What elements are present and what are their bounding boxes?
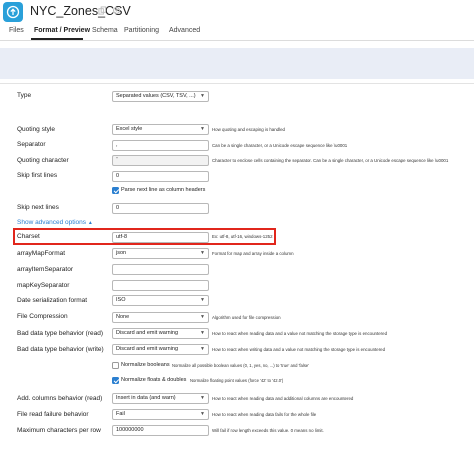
tab-bar: Files Format / Preview Schema Partitioni… xyxy=(0,24,474,41)
charset-help: Ex: utf-8, utf-16, windows-1252 xyxy=(212,234,273,239)
separator-input[interactable]: , xyxy=(112,140,209,151)
tab-format-preview[interactable]: Format / Preview xyxy=(34,27,90,34)
bad-type-read-label: Bad data type behavior (read) xyxy=(17,330,103,337)
normalize-floats-label: Normalize floats & doubles xyxy=(121,377,187,383)
type-select[interactable]: Separated values (CSV, TSV, ...) ▼ xyxy=(112,91,209,102)
quoting-style-select[interactable]: Excel style ▼ xyxy=(112,124,209,135)
max-chars-label: Maximum characters per row xyxy=(17,427,101,434)
show-advanced-options-label: Show advanced options xyxy=(17,219,87,226)
tab-advanced[interactable]: Advanced xyxy=(169,27,200,34)
chevron-down-icon: ▼ xyxy=(200,346,205,352)
separator-label: Separator xyxy=(17,141,46,148)
parse-headers-label: Parse next line as column headers xyxy=(121,187,206,193)
bad-type-write-value: Discard and emit warning xyxy=(116,346,179,352)
date-serialization-value: ISO xyxy=(116,297,126,303)
tab-schema[interactable]: Schema xyxy=(92,27,118,34)
copy-icon[interactable] xyxy=(98,6,107,15)
bad-type-read-help: How to react when reading data and a val… xyxy=(212,331,388,336)
map-key-separator-label: mapKeySeparator xyxy=(17,282,70,289)
file-read-failure-help: How to react when reading data fails for… xyxy=(212,412,317,417)
active-tab-indicator xyxy=(31,38,83,40)
array-map-format-help: Format for map and array inside a column xyxy=(212,251,294,256)
show-advanced-options-link[interactable]: Show advanced options ▲ xyxy=(17,219,93,226)
normalize-booleans-help: Normalize all possible boolean values (0… xyxy=(172,363,310,368)
chevron-down-icon: ▼ xyxy=(200,250,205,256)
dataset-logo-icon[interactable] xyxy=(3,2,23,22)
skip-next-lines-label: Skip next lines xyxy=(17,204,59,211)
normalize-booleans-checkbox[interactable] xyxy=(112,362,119,369)
file-compression-help: Algorithm used for file compression xyxy=(212,315,281,320)
charset-input[interactable]: utf-8 xyxy=(112,232,209,243)
array-item-separator-label: arrayItemSeparator xyxy=(17,266,73,273)
file-read-failure-select[interactable]: Fail ▼ xyxy=(112,409,209,420)
chevron-up-icon: ▲ xyxy=(87,220,93,226)
normalize-floats-checkbox[interactable] xyxy=(112,377,119,384)
file-compression-label: File Compression xyxy=(17,313,68,320)
array-map-format-value: json xyxy=(116,250,127,256)
chevron-down-icon: ▼ xyxy=(200,314,205,320)
array-map-format-select[interactable]: json ▼ xyxy=(112,248,209,259)
quoting-style-value: Excel style xyxy=(116,126,143,132)
chevron-down-icon: ▼ xyxy=(200,126,205,132)
bad-type-write-select[interactable]: Discard and emit warning ▼ xyxy=(112,344,209,355)
skip-next-lines-input[interactable]: 0 xyxy=(112,203,209,214)
array-item-separator-input[interactable] xyxy=(112,264,209,275)
type-label: Type xyxy=(17,92,32,99)
map-key-separator-input[interactable] xyxy=(112,280,209,291)
normalize-floats-help: Normalize floating point values (force '… xyxy=(190,378,284,383)
date-serialization-label: Date serialization format xyxy=(17,297,88,304)
chevron-down-icon: ▼ xyxy=(200,93,205,99)
chevron-down-icon: ▼ xyxy=(200,395,205,401)
tab-files[interactable]: Files xyxy=(9,27,24,34)
add-columns-read-label: Add. columns behavior (read) xyxy=(17,395,103,402)
preview-band xyxy=(0,48,474,79)
normalize-booleans-label: Normalize booleans xyxy=(121,362,170,368)
parse-headers-checkbox[interactable] xyxy=(112,187,119,194)
quoting-character-input[interactable]: " xyxy=(112,155,209,166)
add-columns-read-value: Insert in data (and warn) xyxy=(116,395,176,401)
quoting-character-label: Quoting character xyxy=(17,157,69,164)
quoting-character-help: Character to enclose cells containing th… xyxy=(212,158,449,163)
chevron-down-icon: ▼ xyxy=(200,297,205,303)
max-chars-help: Will fail if row length exceeds this val… xyxy=(212,428,324,433)
array-map-format-label: arrayMapFormat xyxy=(17,250,66,257)
bad-type-write-label: Bad data type behavior (write) xyxy=(17,346,104,353)
bad-type-read-value: Discard and emit warning xyxy=(116,330,179,336)
quoting-style-label: Quoting style xyxy=(17,126,55,133)
file-compression-value: None xyxy=(116,314,130,320)
divider xyxy=(0,83,474,84)
max-chars-input[interactable]: 100000000 xyxy=(112,425,209,436)
file-compression-select[interactable]: None ▼ xyxy=(112,312,209,323)
separator-help: Can be a single character, or a Unicode … xyxy=(212,143,348,148)
settings-gear-icon[interactable] xyxy=(112,6,121,15)
add-columns-read-help: How to react when reading data and addit… xyxy=(212,396,354,401)
file-read-failure-value: Fail xyxy=(116,411,125,417)
date-serialization-select[interactable]: ISO ▼ xyxy=(112,295,209,306)
skip-first-lines-label: Skip first lines xyxy=(17,172,58,179)
chevron-down-icon: ▼ xyxy=(200,330,205,336)
bad-type-read-select[interactable]: Discard and emit warning ▼ xyxy=(112,328,209,339)
type-select-value: Separated values (CSV, TSV, ...) xyxy=(116,93,196,99)
skip-first-lines-input[interactable]: 0 xyxy=(112,171,209,182)
charset-label: Charset xyxy=(17,233,40,240)
quoting-style-help: How quoting and escaping is handled xyxy=(212,127,285,132)
top-bar: NYC_Zones_CSV xyxy=(0,0,474,24)
file-read-failure-label: File read failure behavior xyxy=(17,411,89,418)
chevron-down-icon: ▼ xyxy=(200,411,205,417)
bad-type-write-help: How to react when writing data and a val… xyxy=(212,347,386,352)
tab-partitioning[interactable]: Partitioning xyxy=(124,27,159,34)
add-columns-read-select[interactable]: Insert in data (and warn) ▼ xyxy=(112,393,209,404)
